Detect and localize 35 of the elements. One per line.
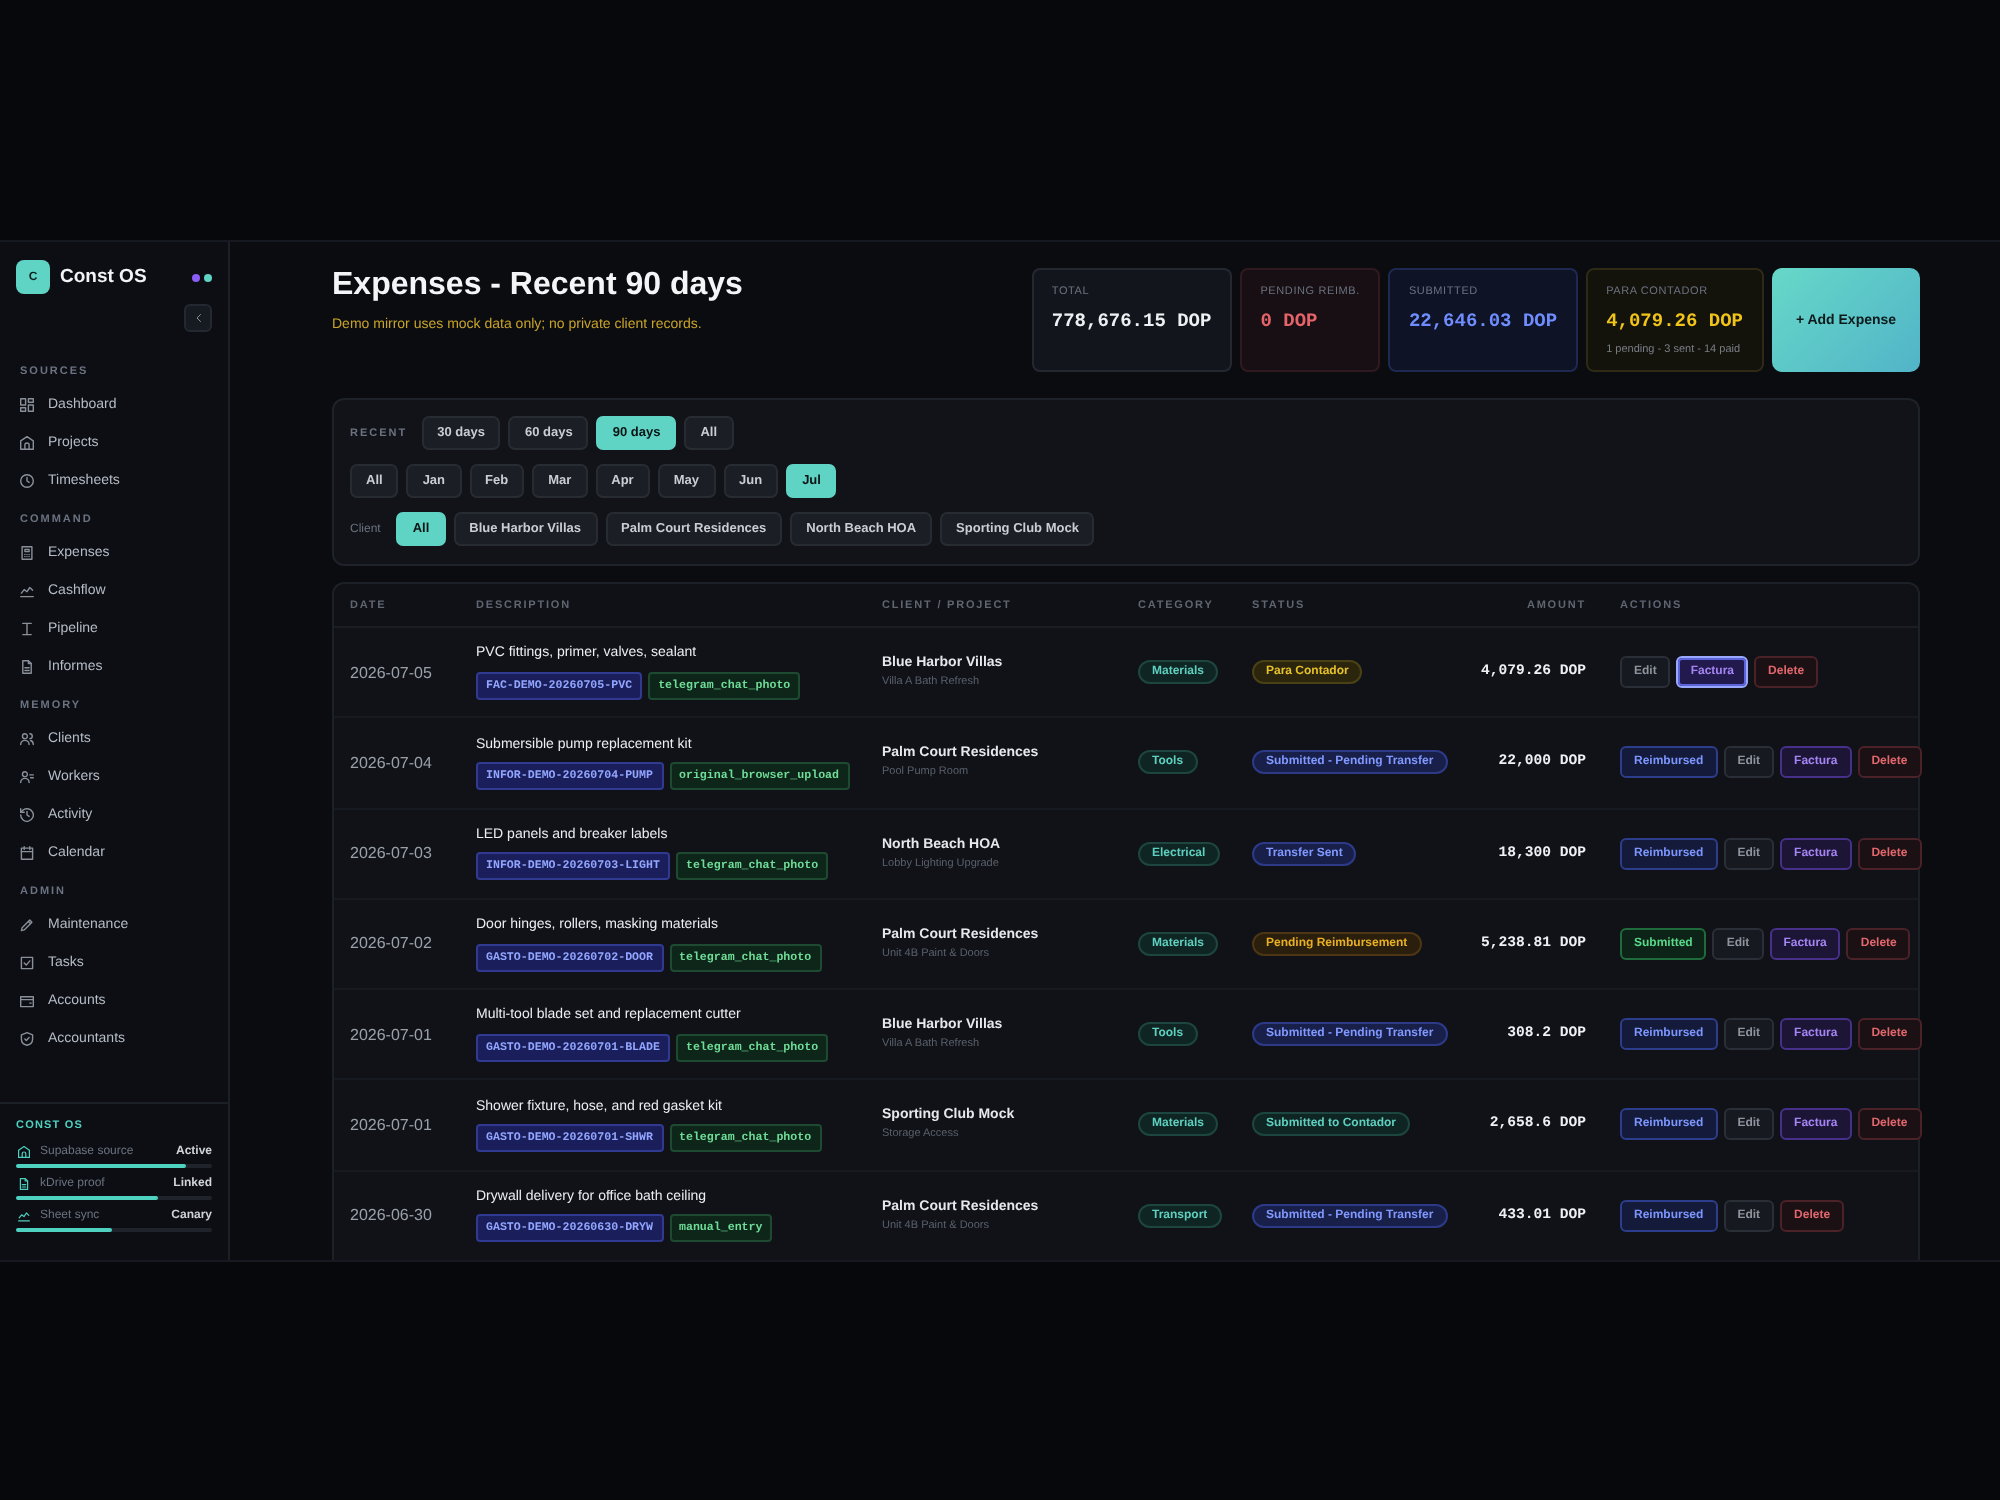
document-icon <box>18 1177 30 1189</box>
house-icon <box>20 436 34 450</box>
expense-date: 2026-07-02 <box>350 934 432 953</box>
page-title: Expenses - Recent 90 days <box>332 268 743 304</box>
dot-icon <box>204 273 212 281</box>
expense-date: 2026-06-30 <box>350 1206 432 1225</box>
collapse-button[interactable] <box>184 304 212 332</box>
line-chart-icon <box>18 1209 30 1221</box>
brand-name: Const OS <box>60 266 147 288</box>
calculator-icon <box>20 546 34 560</box>
i-beam-icon <box>20 622 34 636</box>
chevron-left-icon <box>193 312 203 324</box>
shield-check-icon <box>20 1032 34 1046</box>
expense-date: 2026-07-05 <box>350 663 432 682</box>
clock-icon <box>20 474 34 488</box>
stat-value: 0 DOP <box>1260 310 1318 334</box>
users-icon <box>20 732 34 746</box>
expense-date: 2026-07-04 <box>350 753 432 772</box>
dot-icon <box>192 273 200 281</box>
wallet-icon <box>20 994 34 1008</box>
checkbox-icon <box>20 956 34 970</box>
stat-value: 778,676.15 DOP <box>1051 310 1212 334</box>
line-chart-icon <box>20 584 34 598</box>
pencil-icon <box>20 918 34 932</box>
document-icon <box>20 660 34 674</box>
user-list-icon <box>20 770 34 784</box>
expense-date: 2026-07-01 <box>350 1025 432 1044</box>
stat-value: 22,646.03 DOP <box>1408 310 1558 334</box>
house-icon <box>18 1145 30 1157</box>
calendar-icon <box>20 846 34 860</box>
expense-date: 2026-07-01 <box>350 1115 432 1134</box>
stat-value: 4,079.26 DOP <box>1606 310 1743 334</box>
history-icon <box>20 808 34 822</box>
grid-icon <box>20 398 34 412</box>
expense-date: 2026-07-03 <box>350 844 432 863</box>
